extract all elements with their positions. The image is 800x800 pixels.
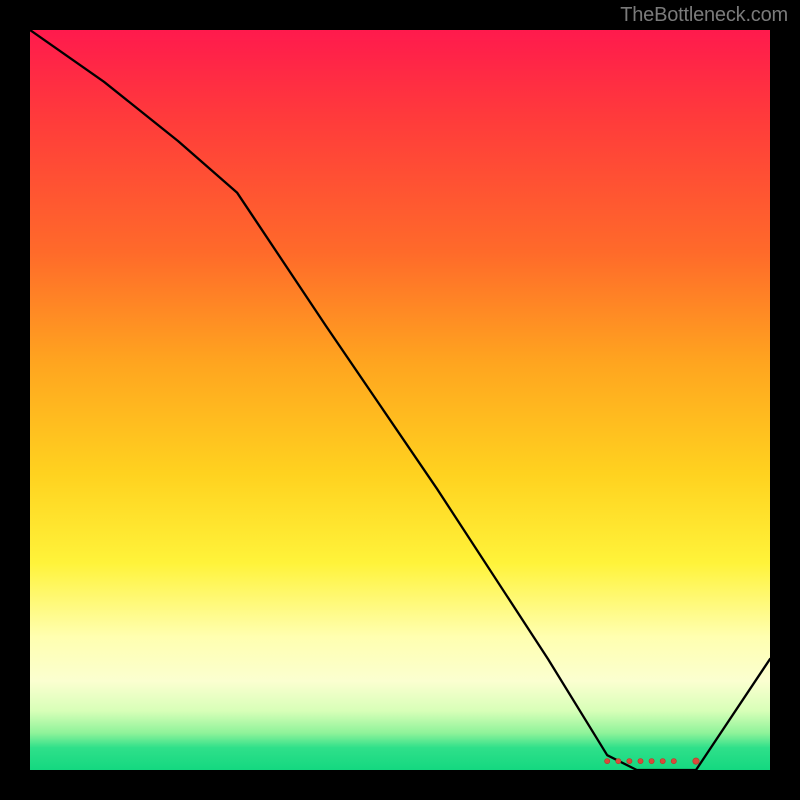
bottleneck-curve	[30, 30, 770, 770]
chart-svg	[30, 30, 770, 770]
marker-dot	[605, 759, 610, 764]
marker-dot	[638, 759, 643, 764]
marker-dot	[649, 759, 654, 764]
marker-dot	[693, 758, 699, 764]
watermark-label: TheBottleneck.com	[620, 4, 788, 27]
marker-dot	[627, 759, 632, 764]
marker-dot	[671, 759, 676, 764]
marker-dot	[660, 759, 665, 764]
marker-dot	[616, 759, 621, 764]
plot-area	[30, 30, 770, 770]
marker-group	[605, 758, 700, 764]
chart-frame: TheBottleneck.com	[0, 0, 800, 800]
